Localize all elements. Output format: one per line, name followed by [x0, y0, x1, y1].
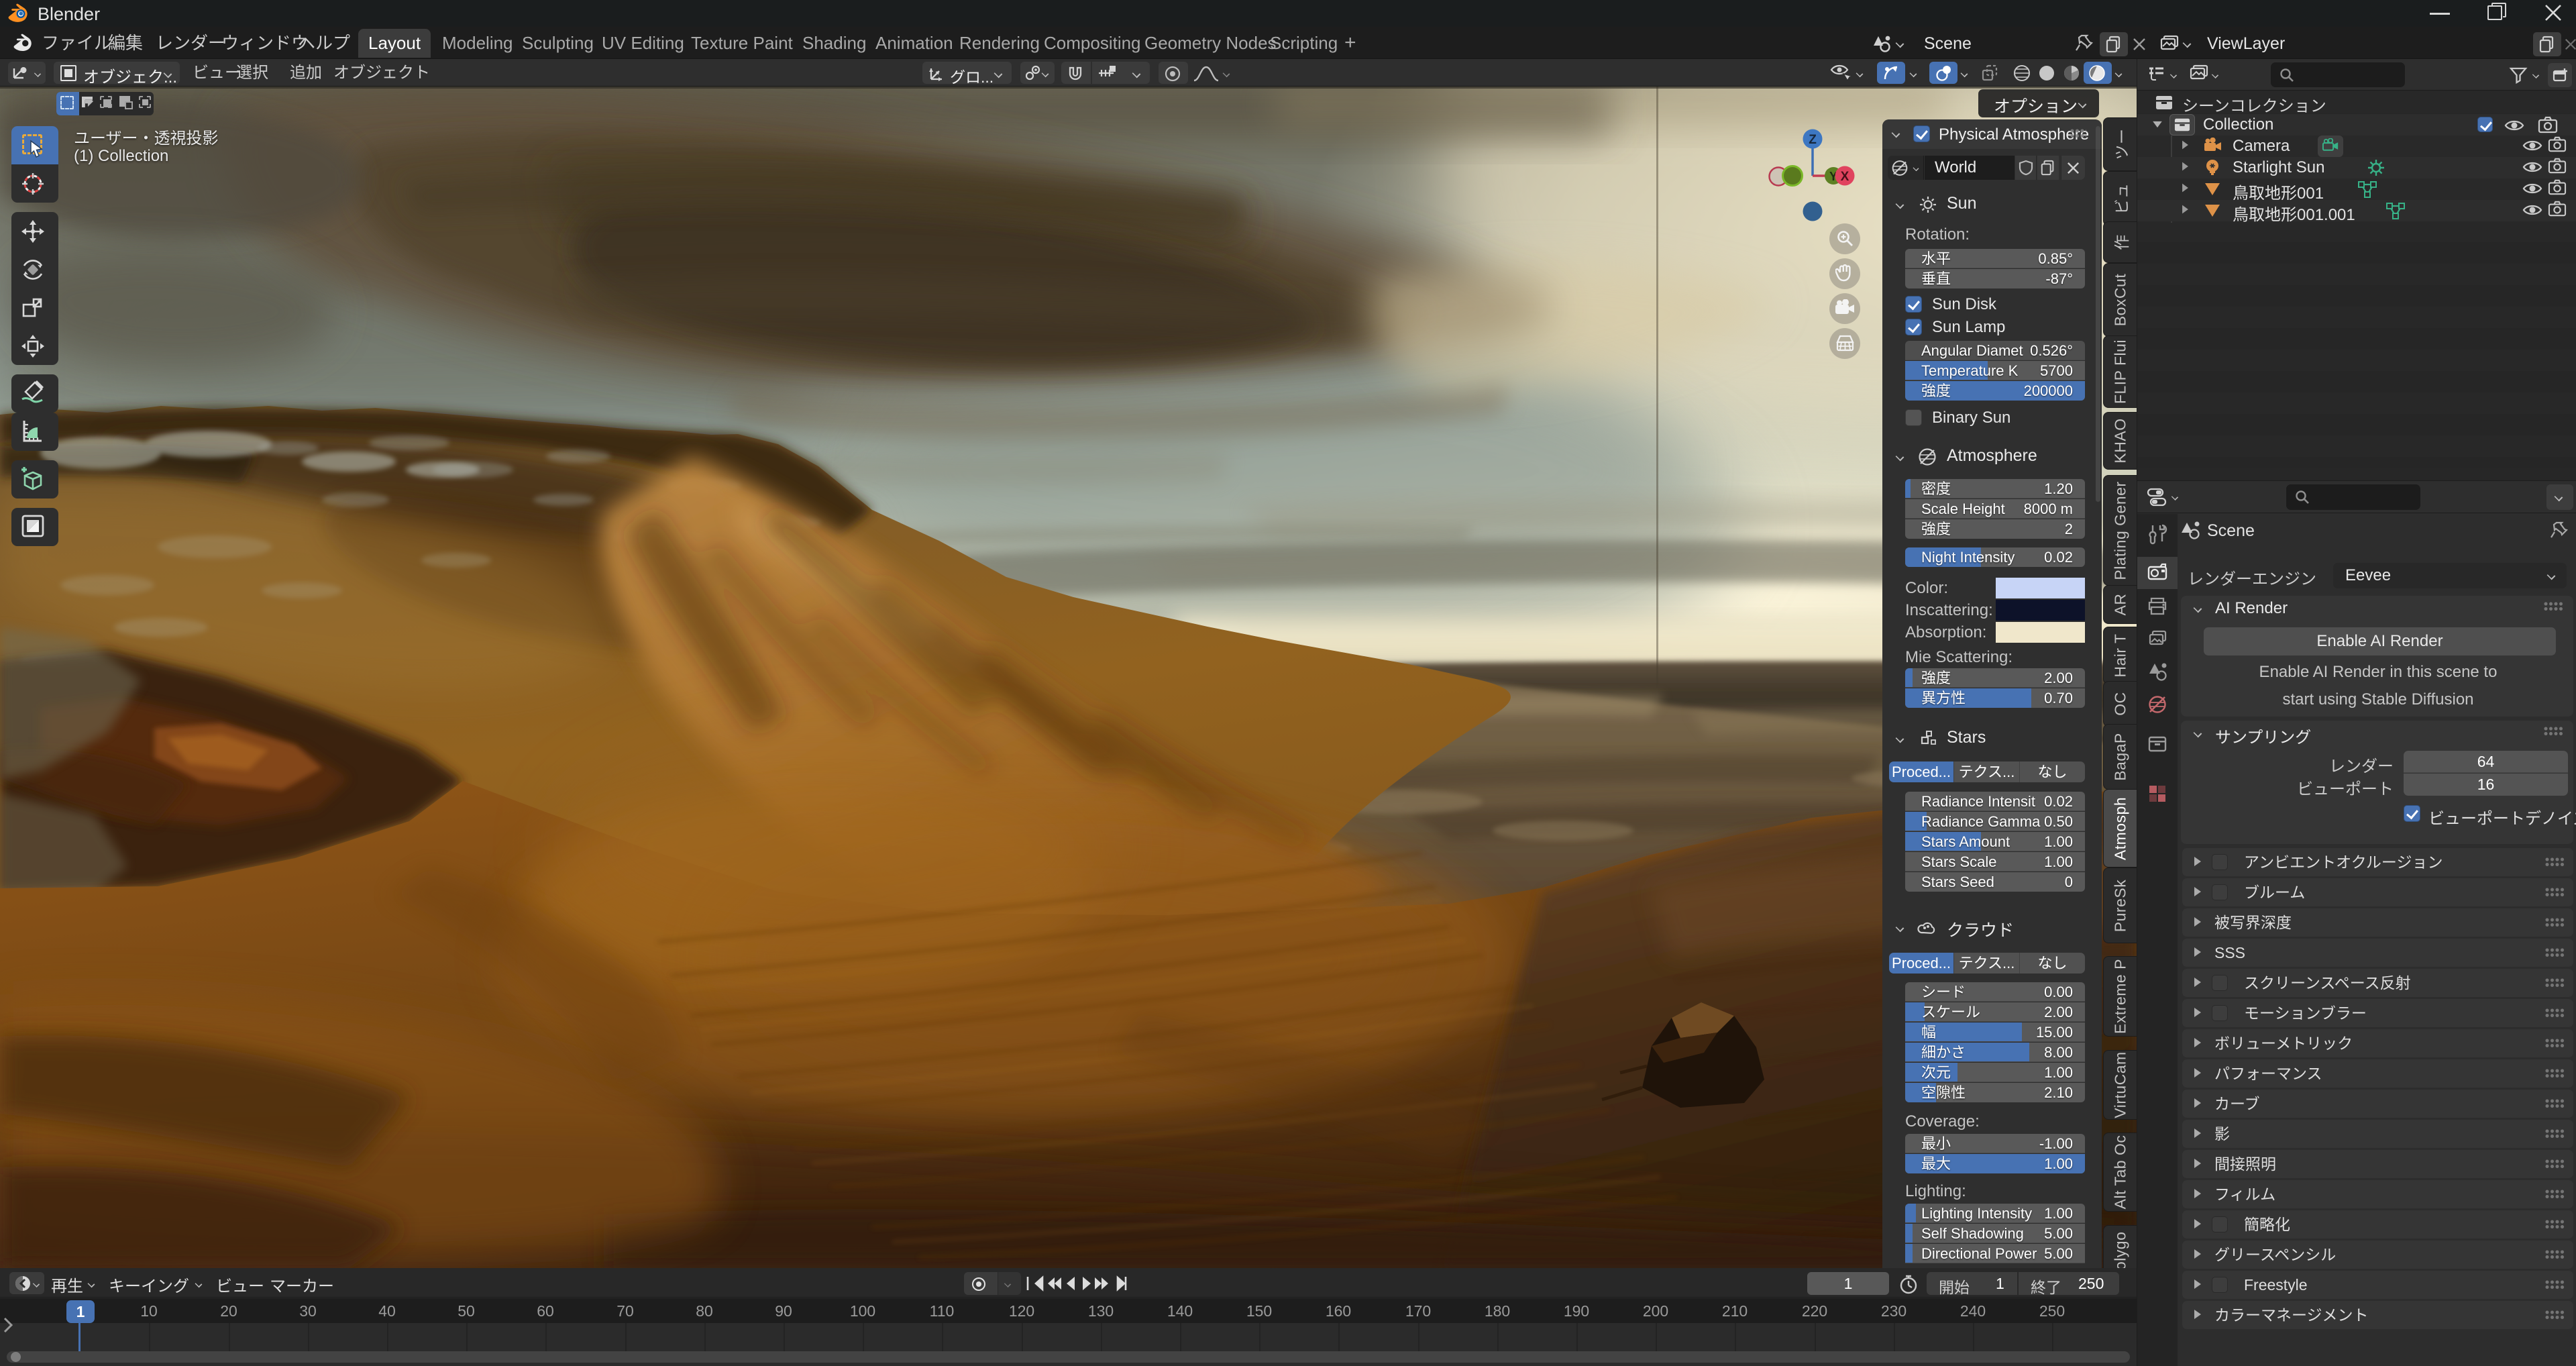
svg-text:Z: Z: [1809, 133, 1817, 147]
svg-text:X: X: [1841, 170, 1849, 184]
